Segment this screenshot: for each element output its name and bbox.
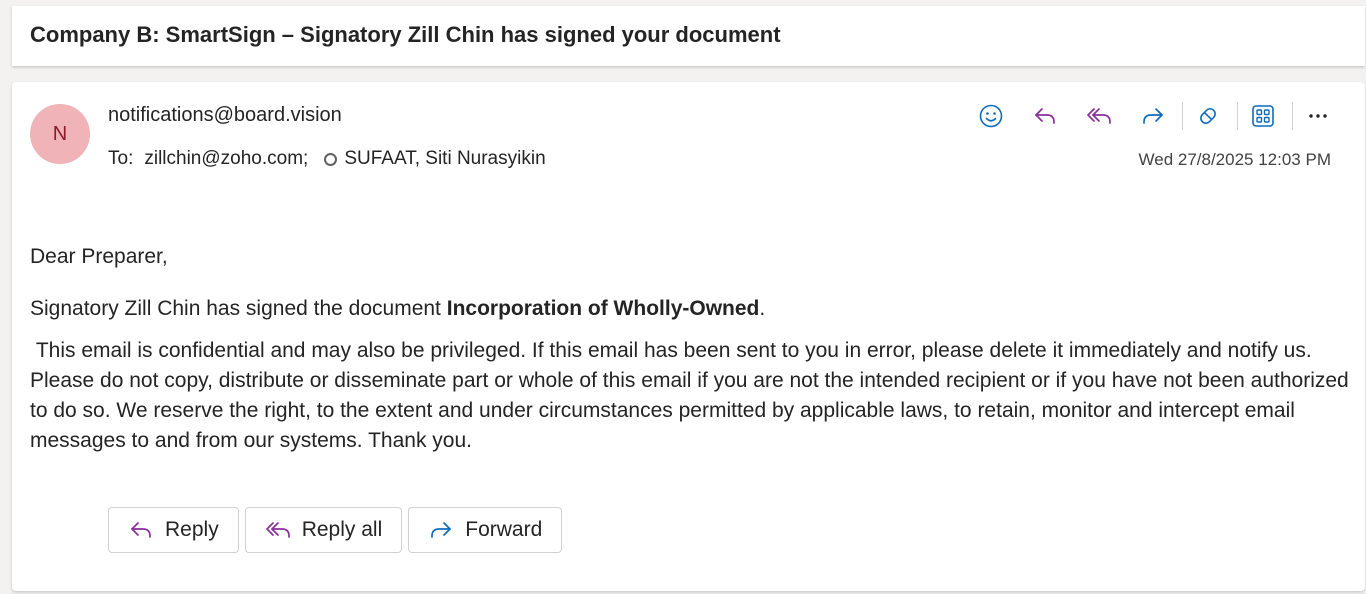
reply-icon — [1035, 108, 1055, 124]
reply-all-button-label: Reply all — [301, 518, 383, 541]
reply-all-icon — [265, 522, 290, 538]
toolbar-divider — [1237, 102, 1238, 130]
reply-all-button[interactable]: Reply all — [244, 507, 403, 553]
reply-toolbar-button[interactable] — [1024, 98, 1066, 134]
recipients-line: To: zillchin@zoho.com; SUFAAT, Siti Nura… — [108, 148, 546, 170]
sender-address[interactable]: notifications@board.vision — [108, 104, 342, 127]
reply-button[interactable]: Reply — [108, 507, 239, 553]
forward-button-label: Forward — [465, 518, 543, 541]
recipient-2[interactable]: SUFAAT, Siti Nurasyikin — [344, 148, 545, 170]
greeting: Dear Preparer, — [30, 245, 168, 268]
toolbar-divider — [1292, 102, 1293, 130]
document-name: Incorporation of Wholly-Owned — [446, 297, 760, 320]
email-subject: Company B: SmartSign – Signatory Zill Ch… — [30, 22, 781, 47]
toolbar-divider — [1182, 102, 1183, 130]
forward-button[interactable]: Forward — [408, 507, 563, 553]
react-button[interactable] — [970, 98, 1012, 134]
reply-button-label: Reply — [165, 518, 219, 541]
subject-bar: Company B: SmartSign – Signatory Zill Ch… — [12, 6, 1365, 66]
signed-notice-end: . — [759, 297, 766, 320]
email-body: Dear Preparer, Signatory Zill Chin has s… — [30, 242, 1350, 478]
reply-all-icon — [1087, 108, 1111, 124]
forward-icon — [1143, 108, 1163, 124]
forward-icon — [431, 522, 452, 538]
reply-icon — [131, 522, 151, 538]
categorize-button[interactable] — [1187, 98, 1229, 134]
email-message: N notifications@board.vision To: zillchi… — [12, 82, 1365, 591]
to-label: To: — [108, 148, 134, 169]
recipient-1[interactable]: zillchin@zoho.com; — [144, 148, 308, 170]
signed-notice-text: Signatory Zill Chin has signed the docum… — [30, 297, 447, 320]
sender-avatar[interactable]: N — [30, 104, 90, 164]
more-actions-button[interactable] — [1297, 98, 1339, 134]
confidentiality-disclaimer: This email is confidential and may also … — [30, 339, 1355, 452]
tag-icon — [1200, 108, 1216, 124]
signed-notice: Signatory Zill Chin has signed the docum… — [30, 294, 1350, 324]
apps-icon — [1252, 105, 1274, 127]
presence-status-icon — [324, 152, 338, 166]
received-date: Wed 27/8/2025 12:03 PM — [1138, 150, 1332, 169]
message-toolbar — [958, 98, 1339, 134]
quick-actions: Reply Reply all Forward — [108, 507, 568, 553]
reply-all-toolbar-button[interactable] — [1078, 98, 1120, 134]
smiley-icon — [979, 104, 1003, 128]
forward-toolbar-button[interactable] — [1132, 98, 1174, 134]
more-icon — [1309, 114, 1327, 118]
apps-button[interactable] — [1242, 98, 1284, 134]
